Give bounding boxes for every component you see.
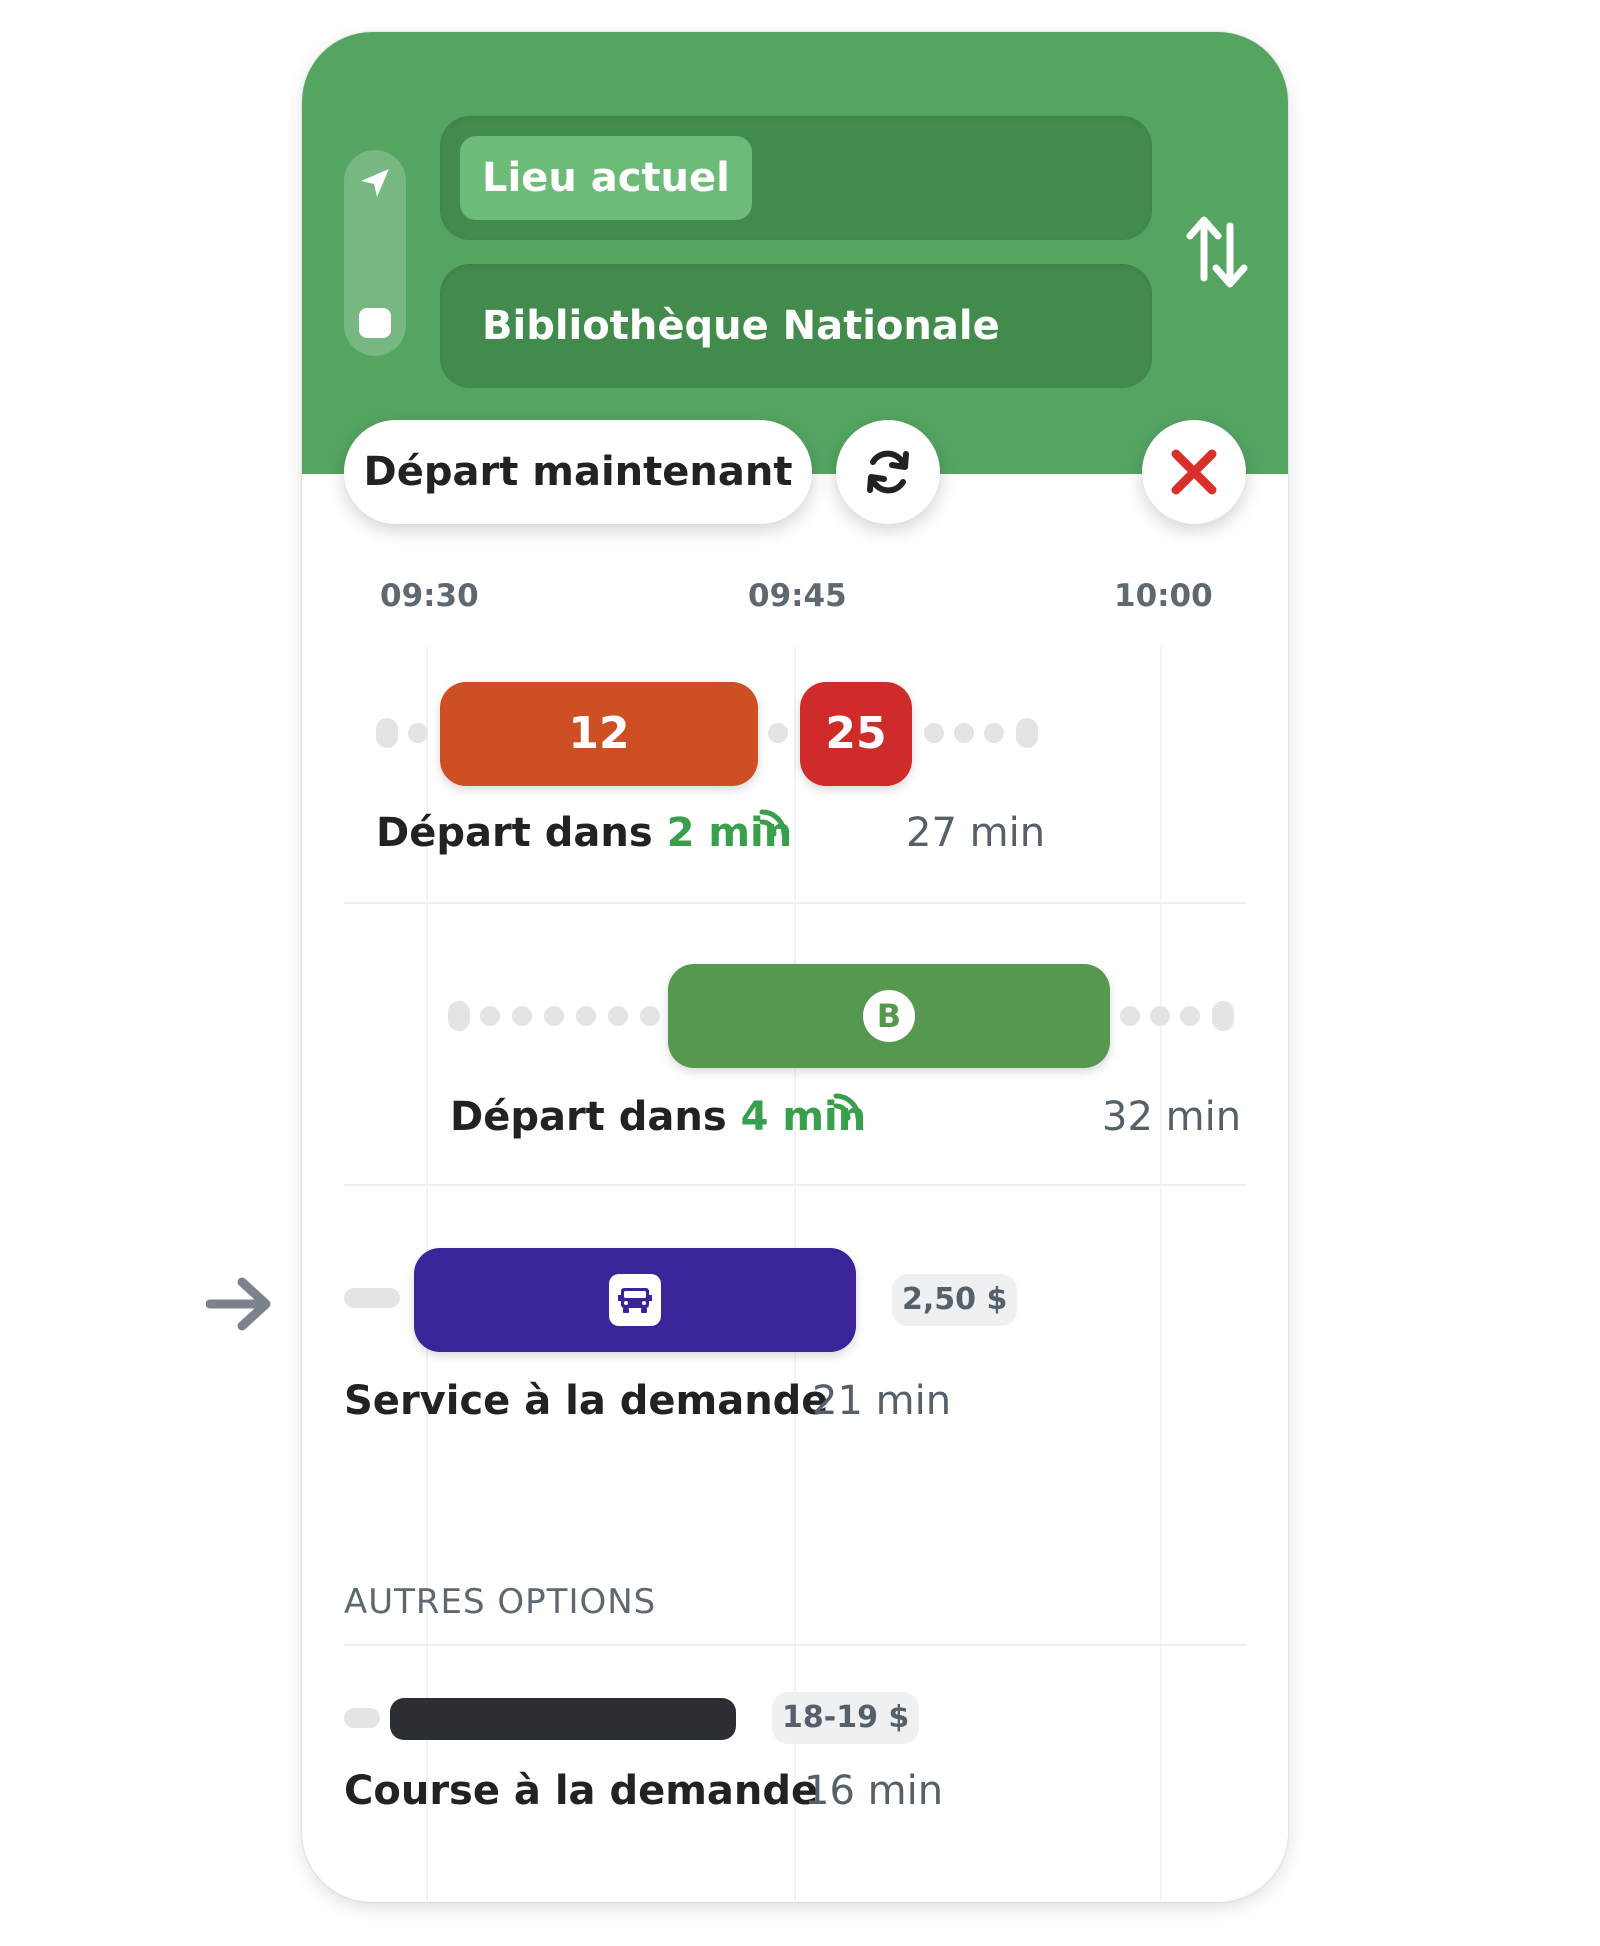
- realtime-icon: [759, 809, 787, 837]
- line-12-label: 12: [568, 708, 630, 759]
- walk-endcap: [1016, 718, 1038, 748]
- close-icon: [1171, 449, 1217, 495]
- swap-icon[interactable]: [1182, 212, 1252, 292]
- on-demand-title: Service à la demande: [344, 1378, 829, 1424]
- ride-title: Course à la demande: [344, 1768, 819, 1814]
- walk-dot: [768, 723, 788, 743]
- walk-dot: [924, 723, 944, 743]
- timeline-gridline: [1160, 646, 1162, 1902]
- line-b-segment: B: [668, 964, 1110, 1068]
- selected-route-arrow-icon: [206, 1277, 271, 1331]
- on-demand-duration: 21 min: [812, 1378, 952, 1424]
- destination-text: Bibliothèque Nationale: [482, 303, 1000, 349]
- time-label-mid: 09:45: [748, 578, 847, 614]
- route-2-departure: Départ dans 4 min: [450, 1094, 866, 1140]
- walk-dot: [954, 723, 974, 743]
- walk-dot: [1120, 1006, 1140, 1026]
- destination-square-icon: [359, 308, 391, 338]
- ride-segment: [390, 1698, 736, 1740]
- walk-segment: [344, 1708, 380, 1728]
- walk-dot: [984, 723, 1004, 743]
- bus-icon: [609, 1274, 661, 1326]
- refresh-button[interactable]: [836, 420, 940, 524]
- line-25-segment: 25: [800, 682, 912, 786]
- departure-prefix: Départ dans: [376, 810, 653, 856]
- other-options-header: AUTRES OPTIONS: [344, 1582, 657, 1622]
- walk-endcap: [448, 1001, 470, 1031]
- ride-price: 18-19 $: [772, 1692, 920, 1744]
- walk-dot: [512, 1006, 532, 1026]
- on-demand-segment: [414, 1248, 856, 1352]
- trip-planner-panel: Lieu actuel Bibliothèque Nationale Dépar…: [302, 32, 1288, 1902]
- location-arrow-icon: [361, 169, 389, 197]
- line-12-segment: 12: [440, 682, 758, 786]
- route-2-duration: 32 min: [1102, 1094, 1242, 1140]
- depart-now-label: Départ maintenant: [363, 449, 793, 495]
- walk-dot: [1150, 1006, 1170, 1026]
- time-label-end: 10:00: [1114, 578, 1213, 614]
- walk-dot: [1180, 1006, 1200, 1026]
- walk-dot: [576, 1006, 596, 1026]
- depart-now-button[interactable]: Départ maintenant: [344, 420, 812, 524]
- origin-field[interactable]: Lieu actuel: [440, 116, 1152, 240]
- section-separator: [344, 1644, 1246, 1646]
- line-b-badge: B: [863, 990, 915, 1042]
- walk-segment: [344, 1288, 400, 1308]
- walk-dot: [544, 1006, 564, 1026]
- walk-dot: [408, 723, 428, 743]
- route-endpoints-rail: [344, 150, 406, 356]
- walk-endcap: [1212, 1001, 1234, 1031]
- walk-endcap: [376, 718, 398, 748]
- time-label-start: 09:30: [380, 578, 479, 614]
- search-header: Lieu actuel Bibliothèque Nationale: [302, 32, 1288, 474]
- route-separator: [344, 1184, 1246, 1186]
- route-1-departure: Départ dans 2 min: [376, 810, 792, 856]
- realtime-icon: [833, 1093, 861, 1121]
- departure-prefix: Départ dans: [450, 1094, 727, 1140]
- line-25-label: 25: [825, 708, 887, 759]
- walk-dot: [640, 1006, 660, 1026]
- on-demand-price: 2,50 $: [892, 1274, 1018, 1326]
- route-1-duration: 27 min: [906, 810, 1046, 856]
- origin-chip[interactable]: Lieu actuel: [460, 136, 752, 220]
- refresh-icon: [867, 450, 909, 494]
- ride-duration: 16 min: [804, 1768, 944, 1814]
- walk-dot: [608, 1006, 628, 1026]
- destination-field[interactable]: Bibliothèque Nationale: [440, 264, 1152, 388]
- walk-dot: [480, 1006, 500, 1026]
- route-separator: [344, 902, 1246, 904]
- close-button[interactable]: [1142, 420, 1246, 524]
